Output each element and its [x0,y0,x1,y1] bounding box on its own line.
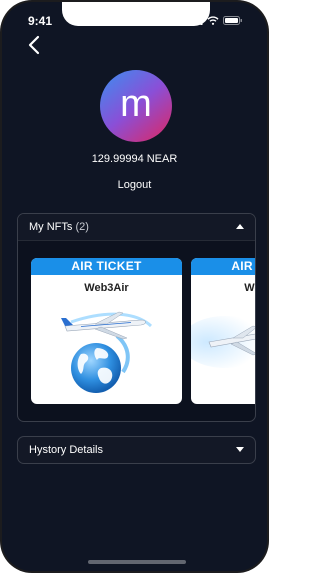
history-details-title: Hystory Details [29,444,103,456]
status-time: 9:41 [28,14,53,28]
status-icons [190,16,243,25]
airplane-globe-icon [61,311,153,393]
avatar-letter: m [120,83,152,125]
my-nfts-count: (2) [75,221,89,233]
caret-up-icon[interactable] [236,224,244,229]
my-nfts-label: My NFTs [29,221,73,233]
back-button[interactable] [24,34,46,56]
logout-link[interactable]: Logout [2,179,267,191]
my-nfts-panel-header[interactable]: My NFTs (2) [18,214,255,241]
nft-card-banner: AIR TICKET [191,258,255,275]
device-notch [62,2,210,26]
wifi-icon [207,16,219,25]
avatar: m [100,70,172,142]
history-details-panel[interactable]: Hystory Details [17,436,256,464]
my-nfts-panel: My NFTs (2) AIR TICKET Web3Air AIR W [17,213,256,422]
caret-down-icon[interactable] [236,447,244,452]
nft-card-banner: AIR TICKET [31,258,182,275]
home-indicator [88,560,186,564]
battery-icon [223,16,242,25]
nft-card[interactable]: AIR TICKET Web3Air [191,258,255,404]
phone-frame: 9:41 m 129.99994 NEAR Logout My NFTs (2)… [0,0,269,573]
nft-card-brand: Web3Air [244,282,255,294]
nft-card-brand: Web3Air [84,282,129,294]
chevron-left-icon [28,35,40,55]
my-nfts-title: My NFTs (2) [29,221,89,233]
app-screen: 9:41 m 129.99994 NEAR Logout My NFTs (2)… [2,2,267,571]
nft-card[interactable]: AIR TICKET Web3Air [31,258,182,404]
signal-icon [190,16,203,25]
wallet-balance: 129.99994 NEAR [91,153,178,165]
airplane-cloud-icon [191,316,255,368]
